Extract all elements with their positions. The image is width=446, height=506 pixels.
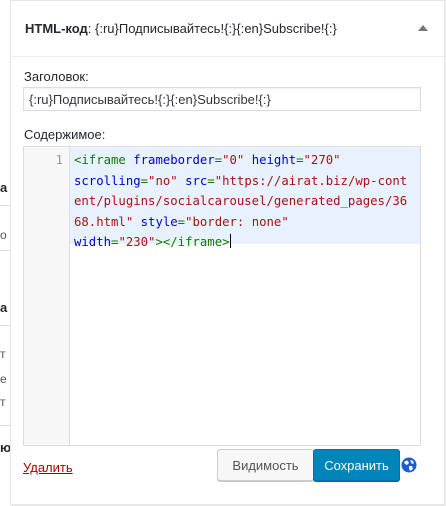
code-attr: scrolling <box>74 173 141 188</box>
editor-gutter: 1 <box>24 147 70 445</box>
code-attr: style <box>140 214 178 229</box>
code-eq: = <box>296 153 304 167</box>
code-value: "230" <box>118 235 156 249</box>
code-close-tag: ></iframe> <box>155 235 230 249</box>
code-editor[interactable]: 1 <iframe frameborder="0" height="270" s… <box>23 146 421 446</box>
content-label: Содержимое: <box>24 127 106 142</box>
code-value: "no" <box>148 173 178 188</box>
code-attr: frameborder <box>133 153 215 167</box>
title-label: Заголовок: <box>24 69 89 84</box>
delete-link[interactable]: Удалить <box>23 460 73 475</box>
code-eq: = <box>207 173 215 188</box>
code-eq: = <box>214 153 223 167</box>
code-value: "border: none" <box>185 214 289 229</box>
code-content[interactable]: <iframe frameborder="0" height="270" scr… <box>74 150 410 253</box>
line-number: 1 <box>55 152 63 167</box>
code-open-tag: <iframe <box>74 153 126 167</box>
save-button[interactable]: Сохранить <box>313 449 400 481</box>
title-input[interactable] <box>23 87 421 111</box>
visibility-button[interactable]: Видимость <box>217 449 314 481</box>
code-value: "270" <box>303 153 341 167</box>
widget-title: HTML-код: {:ru}Подписывайтесь!{:}{:en}Su… <box>25 21 337 36</box>
widget-title-sub: : {:ru}Подписывайтесь!{:}{:en}Subscribe!… <box>87 21 337 36</box>
code-eq: = <box>177 214 186 229</box>
code-attr: src <box>185 173 208 188</box>
code-eq: = <box>140 173 149 188</box>
widget-title-main: HTML-код <box>25 21 88 36</box>
text-cursor <box>229 234 231 248</box>
code-attr: height <box>251 153 297 167</box>
code-attr: width <box>74 235 112 249</box>
globe-icon[interactable] <box>401 457 417 473</box>
html-code-widget: HTML-код: {:ru}Подписывайтесь!{:}{:en}Su… <box>10 0 445 505</box>
widget-header[interactable]: HTML-код: {:ru}Подписывайтесь!{:}{:en}Su… <box>11 1 444 57</box>
code-value: "0" <box>222 153 245 167</box>
collapse-arrow-icon[interactable] <box>418 25 428 31</box>
